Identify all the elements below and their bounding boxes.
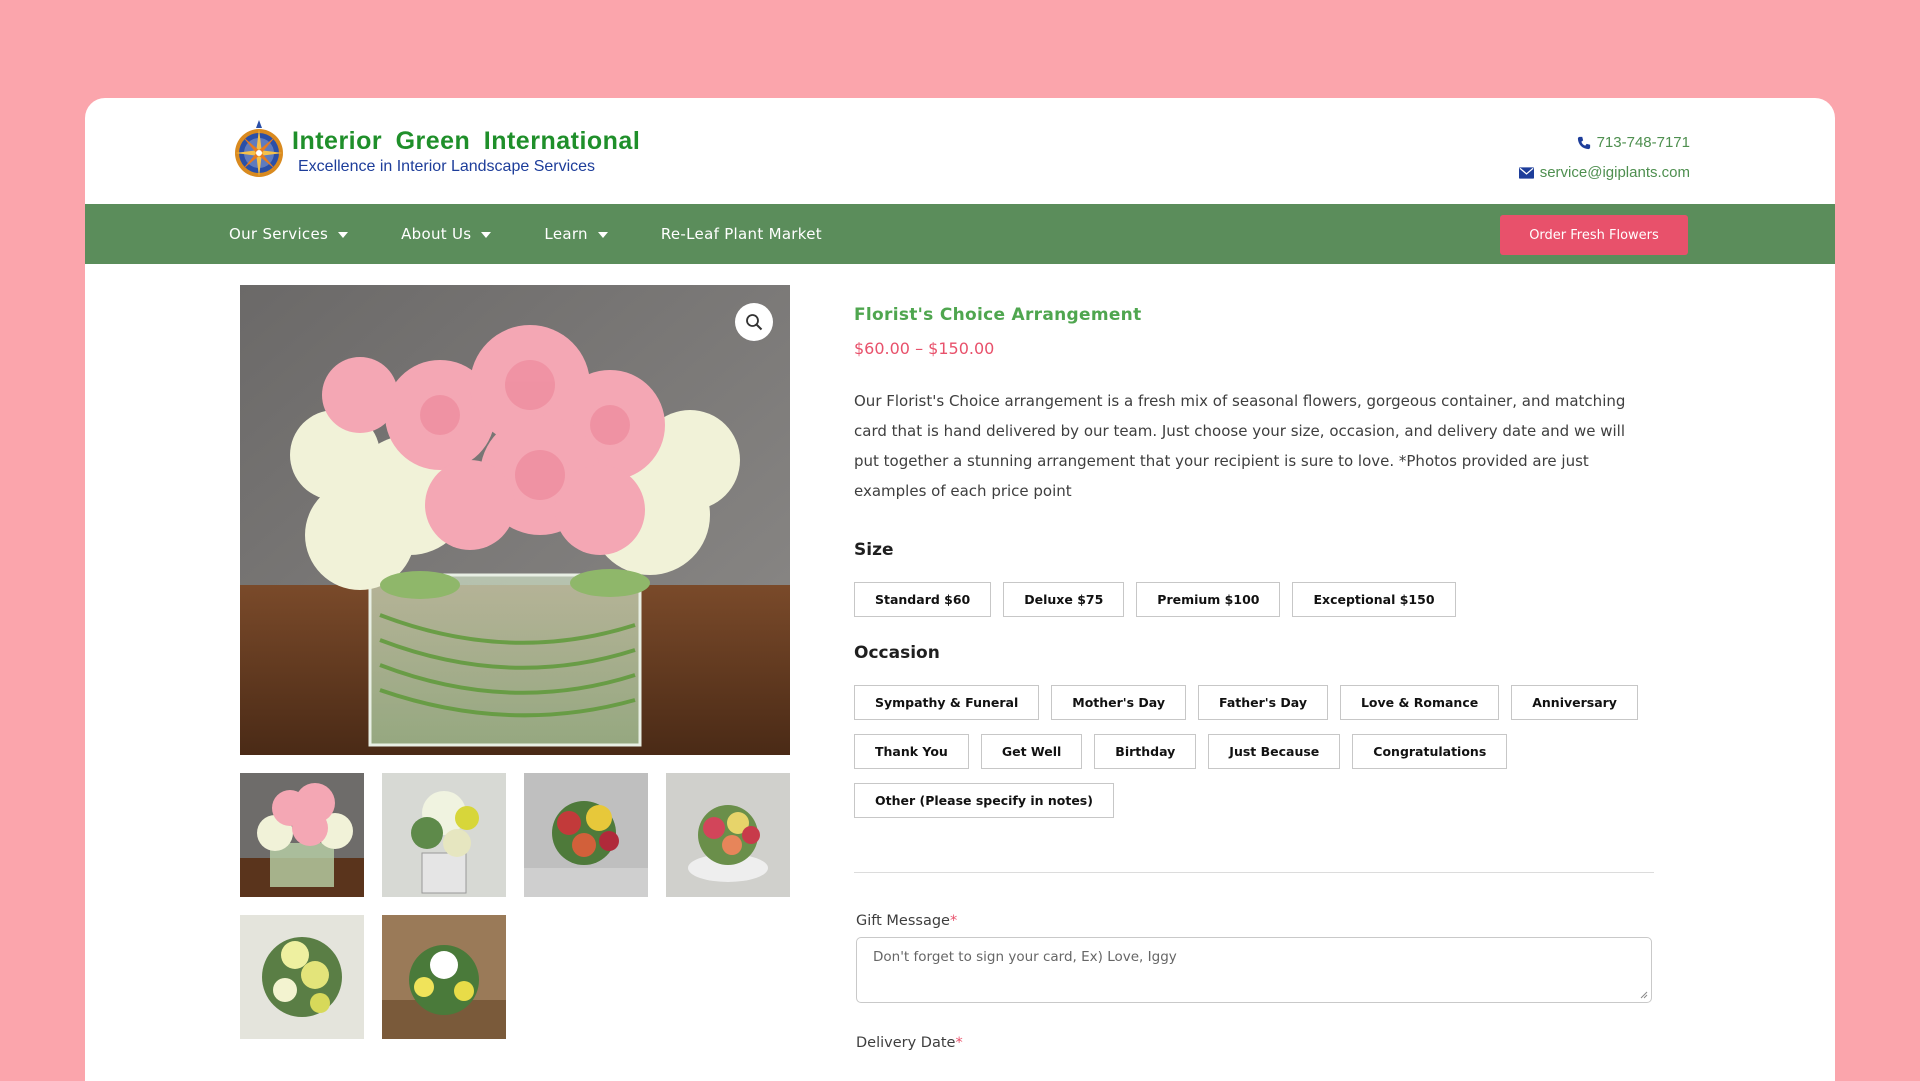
nav-item-label: Re-Leaf Plant Market bbox=[660, 225, 822, 243]
delivery-date-label-text: Delivery Date bbox=[856, 1035, 956, 1051]
email-address: service@igiplants.com bbox=[1539, 164, 1690, 181]
phone-number: 713-748-7171 bbox=[1596, 134, 1690, 151]
size-heading: Size bbox=[854, 540, 894, 560]
page-card: Interior Green International Excellence … bbox=[85, 98, 1835, 1081]
occasion-option[interactable]: Anniversary bbox=[1511, 685, 1638, 720]
nav-item-label: Learn bbox=[544, 225, 588, 243]
occasion-option[interactable]: Mother's Day bbox=[1051, 685, 1187, 720]
caret-down-icon bbox=[338, 232, 349, 238]
product-main-image[interactable] bbox=[240, 285, 790, 755]
size-option-deluxe[interactable]: Deluxe $75 bbox=[1003, 582, 1125, 617]
thumbnail-3[interactable] bbox=[524, 773, 648, 897]
nav-item-about-us[interactable]: About Us bbox=[401, 225, 492, 243]
zoom-button[interactable] bbox=[735, 303, 773, 341]
thumbnail-5[interactable] bbox=[240, 915, 364, 1039]
nav-item-learn[interactable]: Learn bbox=[544, 225, 608, 243]
thumbnail-4[interactable] bbox=[666, 773, 790, 897]
nav-item-our-services[interactable]: Our Services bbox=[229, 225, 349, 243]
thumbnail-1[interactable] bbox=[240, 773, 364, 897]
product-summary: Florist's Choice Arrangement $60.00 – $1… bbox=[854, 285, 1654, 1051]
occasion-option[interactable]: Just Because bbox=[1208, 734, 1341, 769]
product-description: Our Florist's Choice arrangement is a fr… bbox=[854, 392, 1626, 500]
nav-item-label: Our Services bbox=[229, 225, 329, 243]
phone-icon bbox=[1577, 136, 1590, 150]
thumbnail-2[interactable] bbox=[382, 773, 506, 897]
magnifier-icon bbox=[746, 314, 763, 331]
required-mark: * bbox=[955, 1035, 963, 1051]
envelope-icon bbox=[1518, 167, 1534, 179]
compass-logo-icon bbox=[232, 120, 286, 182]
gift-message-placeholder: Don't forget to sign your card, Ex) Love… bbox=[873, 949, 1177, 965]
occasion-option[interactable]: Get Well bbox=[980, 734, 1083, 769]
occasion-option[interactable]: Other (Please specify in notes) bbox=[854, 783, 1114, 818]
gift-message-label: Gift Message* bbox=[856, 913, 1654, 929]
occasion-option[interactable]: Thank You bbox=[854, 734, 969, 769]
size-option-standard[interactable]: Standard $60 bbox=[854, 582, 992, 617]
product-price: $60.00 – $150.00 bbox=[854, 339, 995, 358]
resize-handle-icon[interactable] bbox=[1640, 991, 1648, 999]
nav-item-re-leaf-plant-market[interactable]: Re-Leaf Plant Market bbox=[661, 225, 822, 243]
thumbnail-6[interactable] bbox=[382, 915, 506, 1039]
caret-down-icon bbox=[481, 232, 492, 238]
contact-info: 713-748-7171 service@igiplants.com bbox=[1518, 128, 1690, 188]
gift-message-label-text: Gift Message bbox=[856, 913, 950, 929]
required-mark: * bbox=[949, 913, 958, 929]
nav-item-label: About Us bbox=[401, 225, 472, 243]
logo-title: Interior Green International bbox=[292, 126, 641, 155]
size-option-premium[interactable]: Premium $100 bbox=[1136, 582, 1281, 617]
divider bbox=[854, 872, 1654, 873]
logo-subtitle: Excellence in Interior Landscape Service… bbox=[298, 157, 596, 175]
delivery-date-label: Delivery Date* bbox=[856, 1035, 1654, 1051]
gift-message-input[interactable]: Don't forget to sign your card, Ex) Love… bbox=[856, 937, 1652, 1003]
occasion-option[interactable]: Birthday bbox=[1094, 734, 1197, 769]
occasion-options: Sympathy & Funeral Mother's Day Father's… bbox=[854, 685, 1654, 832]
occasion-option[interactable]: Love & Romance bbox=[1339, 685, 1500, 720]
product-title: Florist's Choice Arrangement bbox=[854, 305, 1142, 325]
size-options: Standard $60 Deluxe $75 Premium $100 Exc… bbox=[854, 582, 1654, 631]
site-logo[interactable]: Interior Green International Excellence … bbox=[232, 120, 640, 182]
occasion-option[interactable]: Father's Day bbox=[1198, 685, 1328, 720]
phone-link[interactable]: 713-748-7171 bbox=[1519, 128, 1690, 158]
order-fresh-flowers-button[interactable]: Order Fresh Flowers bbox=[1500, 215, 1688, 255]
occasion-option[interactable]: Sympathy & Funeral bbox=[854, 685, 1040, 720]
size-option-exceptional[interactable]: Exceptional $150 bbox=[1292, 582, 1456, 617]
occasion-heading: Occasion bbox=[854, 643, 940, 663]
main-nav: Our Services About Us Learn Re-Leaf Plan… bbox=[85, 204, 1835, 264]
occasion-option[interactable]: Congratulations bbox=[1352, 734, 1508, 769]
email-link[interactable]: service@igiplants.com bbox=[1518, 158, 1690, 188]
caret-down-icon bbox=[597, 232, 608, 238]
